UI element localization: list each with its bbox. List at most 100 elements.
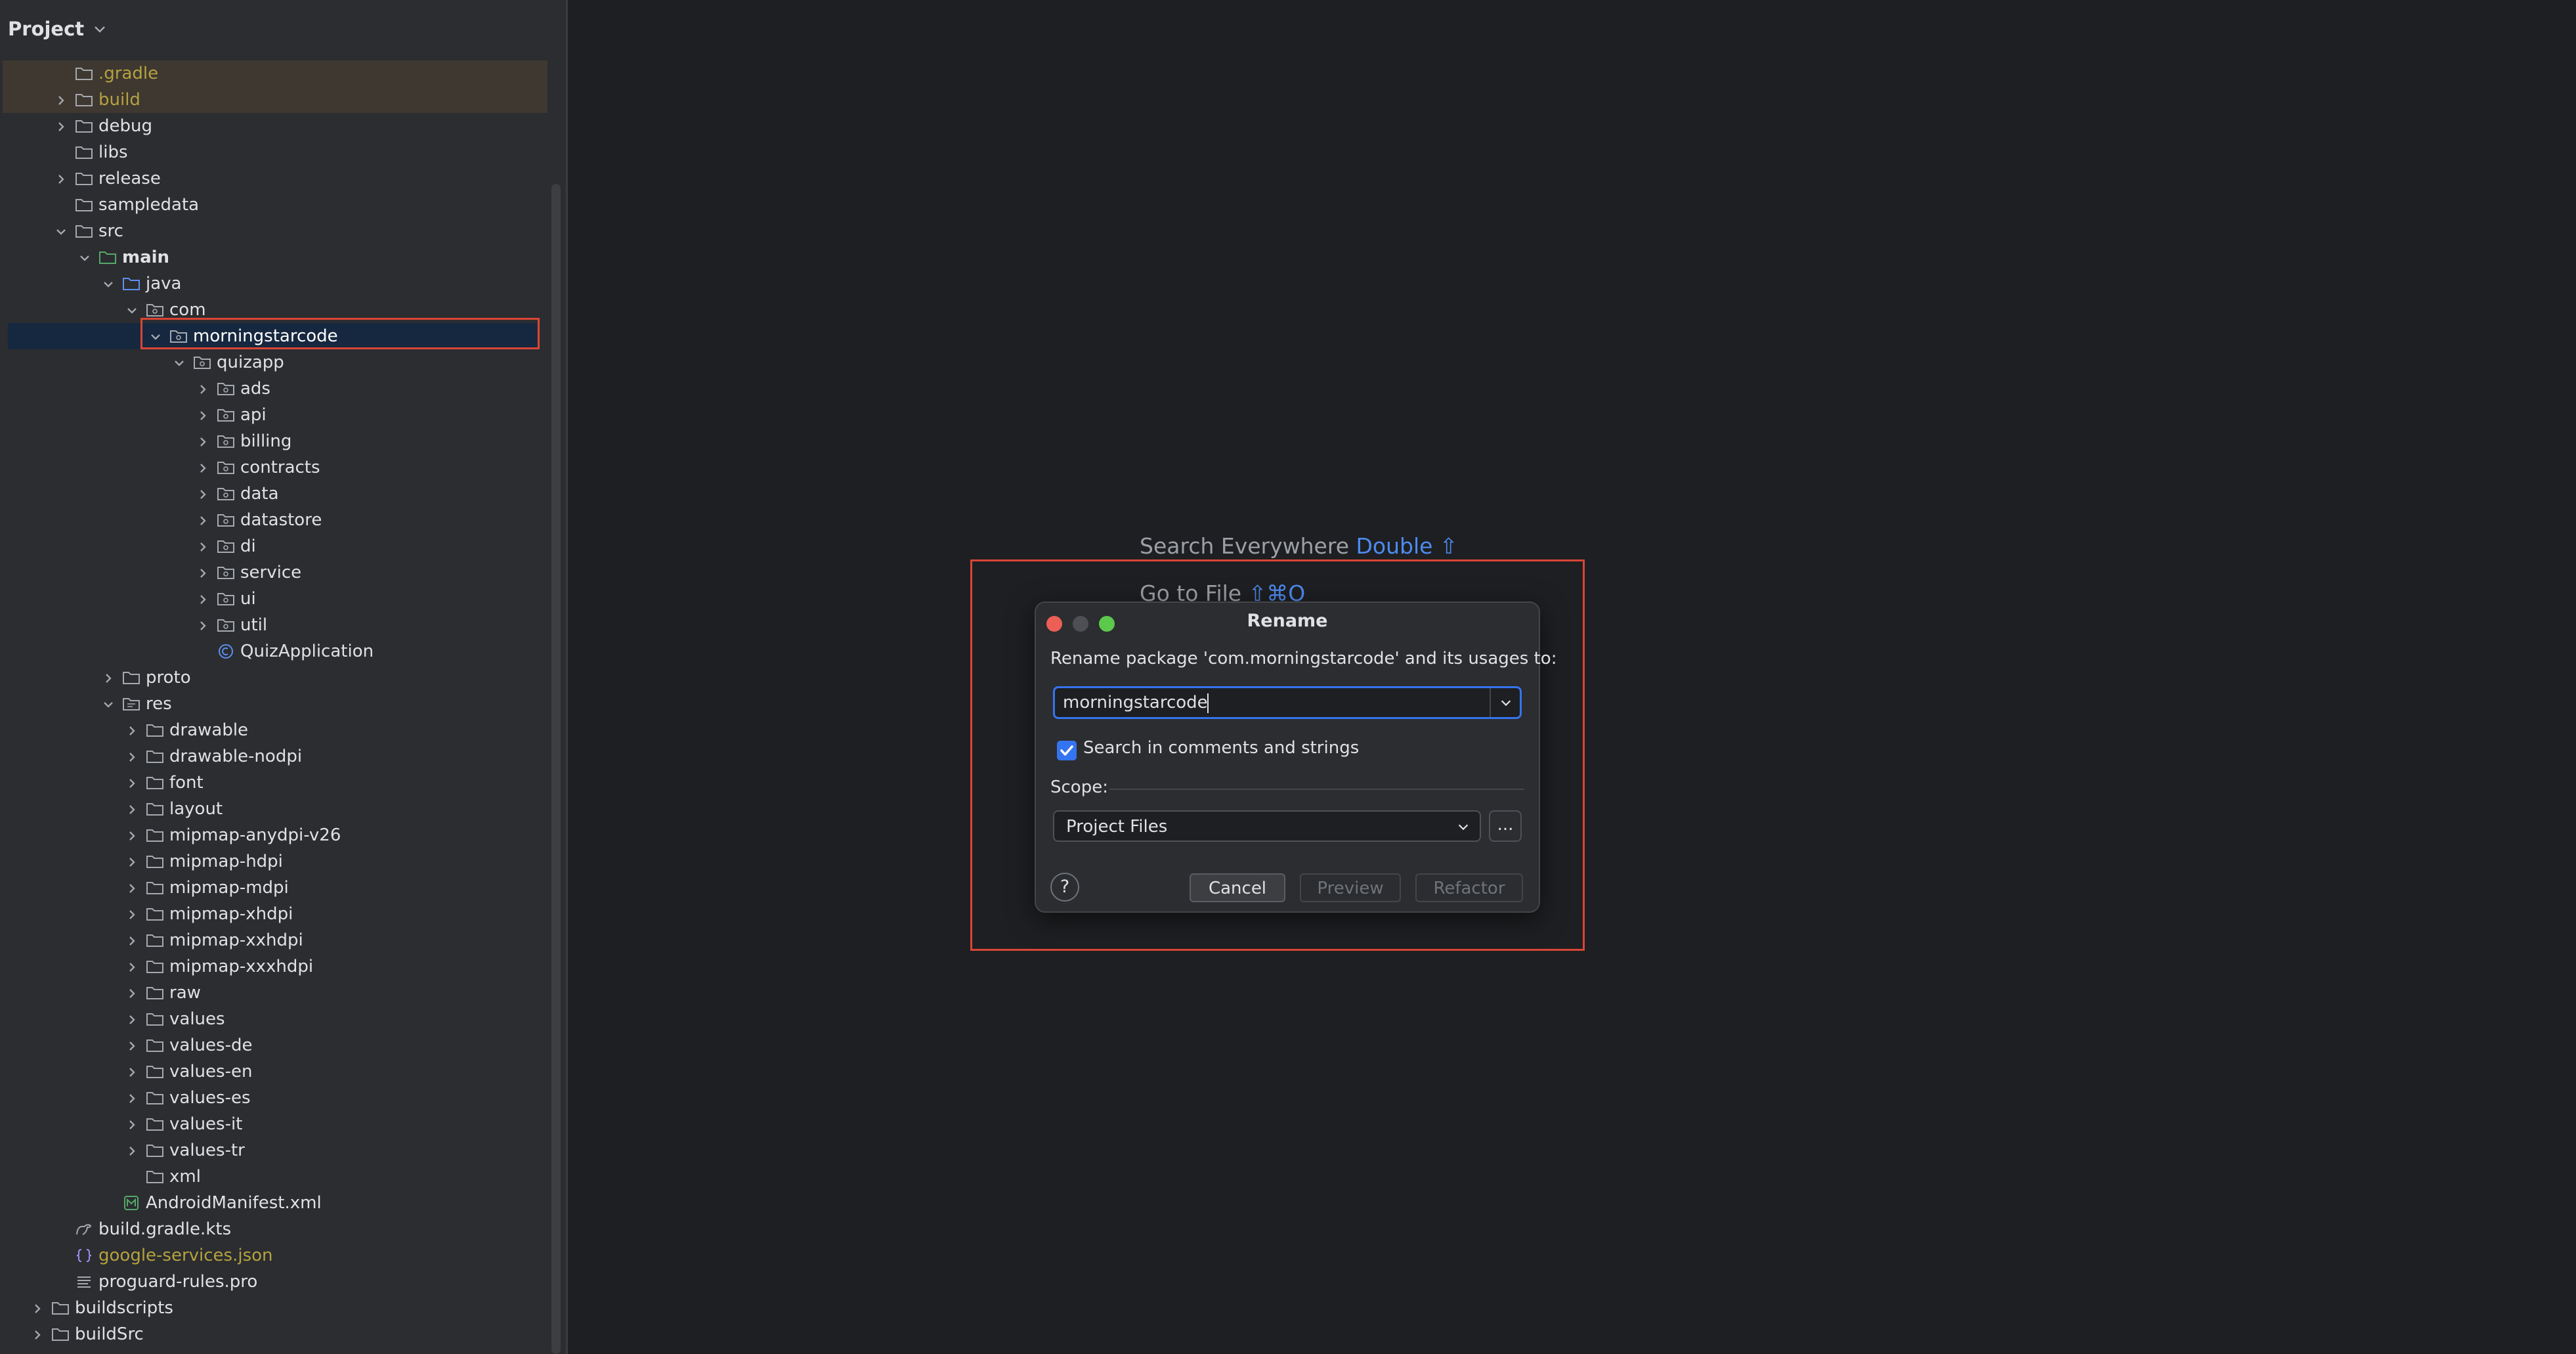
tree-row-di[interactable]: di [0,533,545,559]
search-comments-label[interactable]: Search in comments and strings [1083,738,1359,758]
tree-row-gradle[interactable]: .gradle [3,60,547,87]
chevron-down-icon[interactable] [77,250,92,265]
preview-button[interactable]: Preview [1300,873,1401,902]
tree-row-mipmap-xxxhdpi[interactable]: mipmap-xxxhdpi [0,953,545,980]
tree-row-quizapplication[interactable]: QuizApplication [0,638,545,665]
chevron-right-icon[interactable] [125,828,139,842]
chevron-down-icon[interactable] [172,355,186,370]
tree-row-src[interactable]: src [0,218,545,244]
chevron-right-icon[interactable] [196,382,210,396]
tree-row-mipmap-hdpi[interactable]: mipmap-hdpi [0,848,545,875]
chevron-right-icon[interactable] [125,1064,139,1079]
tree-row-buildscripts[interactable]: buildscripts [0,1295,545,1321]
tree-row-datastore[interactable]: datastore [0,507,545,533]
chevron-right-icon[interactable] [196,487,210,501]
tree-row-mipmap-xxhdpi[interactable]: mipmap-xxhdpi [0,927,545,953]
tree-row-java[interactable]: java [0,271,545,297]
chevron-down-icon[interactable] [101,276,116,291]
chevron-right-icon[interactable] [196,618,210,632]
tree-row-values-es[interactable]: values-es [0,1085,545,1111]
tree-row-billing[interactable]: billing [0,428,545,454]
help-button[interactable]: ? [1050,873,1079,902]
tree-row-build[interactable]: build [3,87,547,113]
chevron-down-icon[interactable] [54,224,68,238]
chevron-down-icon[interactable] [92,21,108,37]
chevron-right-icon[interactable] [125,723,139,737]
chevron-right-icon[interactable] [54,93,68,107]
chevron-right-icon[interactable] [125,1012,139,1026]
project-header[interactable]: Project [0,0,566,58]
tree-row-api[interactable]: api [0,402,545,428]
tree-row-buildsrc[interactable]: buildSrc [0,1321,545,1347]
tree-row-main[interactable]: main [0,244,545,271]
chevron-right-icon[interactable] [196,513,210,527]
tree-row-values-tr[interactable]: values-tr [0,1137,545,1164]
chevron-right-icon[interactable] [196,460,210,475]
chevron-right-icon[interactable] [125,749,139,764]
tree-row-values-it[interactable]: values-it [0,1111,545,1137]
scope-select[interactable]: Project Files [1053,810,1481,842]
tree-row-mipmap-anydpi-v26[interactable]: mipmap-anydpi-v26 [0,822,545,848]
tree-row-libs[interactable]: libs [0,139,545,165]
chevron-down-icon[interactable] [125,303,139,317]
chevron-right-icon[interactable] [30,1301,45,1315]
chevron-right-icon[interactable] [196,565,210,580]
chevron-right-icon[interactable] [196,434,210,448]
chevron-down-icon[interactable] [101,697,116,711]
chevron-right-icon[interactable] [125,854,139,869]
tree-row-mipmap-mdpi[interactable]: mipmap-mdpi [0,875,545,901]
chevron-right-icon[interactable] [125,802,139,816]
new-name-combo[interactable] [1053,686,1522,719]
chevron-right-icon[interactable] [196,408,210,422]
chevron-right-icon[interactable] [125,1091,139,1105]
chevron-right-icon[interactable] [54,171,68,186]
tree-row-service[interactable]: service [0,559,545,586]
chevron-right-icon[interactable] [125,959,139,974]
tree-row-values-de[interactable]: values-de [0,1032,545,1059]
new-name-input[interactable] [1063,688,1483,717]
tree-row-build-gradle-kts[interactable]: build.gradle.kts [0,1216,545,1242]
cancel-button[interactable]: Cancel [1190,873,1285,902]
tree-row-util[interactable]: util [0,612,545,638]
chevron-right-icon[interactable] [125,1038,139,1053]
tree-row-androidmanifest-xml[interactable]: AndroidManifest.xml [0,1190,545,1216]
chevron-right-icon[interactable] [196,539,210,554]
tree-row-font[interactable]: font [0,770,545,796]
tree-row-ads[interactable]: ads [0,376,545,402]
chevron-right-icon[interactable] [125,775,139,790]
tree-scrollbar[interactable] [551,184,561,1354]
scope-more-button[interactable]: ... [1489,810,1522,842]
tree-row-mipmap-xhdpi[interactable]: mipmap-xhdpi [0,901,545,927]
chevron-right-icon[interactable] [101,670,116,685]
chevron-right-icon[interactable] [54,119,68,133]
chevron-right-icon[interactable] [125,881,139,895]
refactor-button[interactable]: Refactor [1415,873,1523,902]
chevron-right-icon[interactable] [125,1143,139,1158]
tree-row-values[interactable]: values [0,1006,545,1032]
tree-row-values-en[interactable]: values-en [0,1059,545,1085]
chevron-right-icon[interactable] [196,592,210,606]
tree-row-debug[interactable]: debug [0,113,545,139]
tree-row-drawable[interactable]: drawable [0,717,545,743]
tree-row-contracts[interactable]: contracts [0,454,545,481]
tree-row-data[interactable]: data [0,481,545,507]
tree-row-release[interactable]: release [0,165,545,192]
tree-row-res[interactable]: res [0,691,545,717]
search-comments-checkbox[interactable] [1057,741,1077,760]
tree-row-sampledata[interactable]: sampledata [0,192,545,218]
chevron-right-icon[interactable] [125,907,139,921]
tree-row-drawable-nodpi[interactable]: drawable-nodpi [0,743,545,770]
tree-row-ui[interactable]: ui [0,586,545,612]
tree-row-google-services-json[interactable]: google-services.json [0,1242,545,1269]
chevron-right-icon[interactable] [125,986,139,1000]
chevron-right-icon[interactable] [30,1327,45,1342]
tree-row-proguard-rules-pro[interactable]: proguard-rules.pro [0,1269,545,1295]
chevron-down-icon[interactable] [1499,695,1513,710]
tree-row-raw[interactable]: raw [0,980,545,1006]
tree-row-proto[interactable]: proto [0,665,545,691]
tree-row-xml[interactable]: xml [0,1164,545,1190]
tree-row-layout[interactable]: layout [0,796,545,822]
chevron-right-icon[interactable] [125,933,139,948]
tree-row-quizapp[interactable]: quizapp [0,349,545,376]
chevron-right-icon[interactable] [125,1117,139,1131]
